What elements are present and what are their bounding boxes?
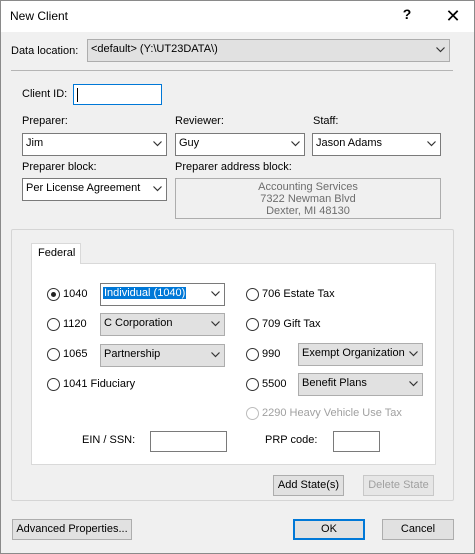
entity-5500-select[interactable]: Benefit Plans [298,373,423,396]
entity-990-select[interactable]: Exempt Organization [298,343,423,366]
tab-federal[interactable]: Federal [31,243,81,264]
radio-1041[interactable] [47,378,60,391]
ok-button[interactable]: OK [293,519,365,540]
preparer-block-value: Per License Agreement [26,182,141,194]
preparer-value: Jim [26,137,44,149]
entity-1040-select[interactable]: Individual (1040) [100,283,225,306]
preparer-select[interactable]: Jim [22,133,167,156]
preparer-address-label: Preparer address block: [175,161,292,173]
entity-1120-value: C Corporation [104,317,173,329]
radio-990-label: 990 [262,348,281,360]
divider [11,70,453,71]
entity-1040-value: Individual (1040) [103,287,187,299]
radio-1065[interactable] [47,348,60,361]
entity-5500-value: Benefit Plans [302,377,367,389]
chevron-down-icon [405,344,422,364]
radio-706-label: 706 Estate Tax [262,288,335,300]
prp-code-label: PRP code: [265,434,318,446]
data-location-select[interactable]: <default> (Y:\UT23DATA\) [87,39,450,62]
delete-state-button: Delete State [363,475,434,496]
radio-1120[interactable] [47,318,60,331]
chevron-down-icon [432,40,449,60]
preparer-label: Preparer: [22,115,68,127]
client-id-input[interactable] [73,84,162,105]
entity-1065-select[interactable]: Partnership [100,344,225,367]
chevron-down-icon [149,134,166,154]
preparer-block-label: Preparer block: [22,161,97,173]
add-states-button[interactable]: Add State(s) [273,475,344,496]
radio-709-label: 709 Gift Tax [262,318,321,330]
data-location-value: <default> (Y:\UT23DATA\) [91,43,218,55]
tab-federal-label: Federal [38,247,76,259]
ein-input[interactable] [150,431,227,452]
entity-990-value: Exempt Organization [302,347,405,359]
advanced-properties-button[interactable]: Advanced Properties... [12,519,132,540]
preparer-block-select[interactable]: Per License Agreement [22,178,167,201]
dialog-title: New Client [10,9,69,23]
address-line: 7322 Newman Blvd [260,193,356,205]
radio-706[interactable] [246,288,259,301]
radio-1040[interactable] [47,288,60,301]
chevron-down-icon [149,179,166,199]
radio-1065-label: 1065 [63,348,88,360]
chevron-down-icon [207,284,224,304]
ein-label: EIN / SSN: [82,434,136,446]
radio-5500[interactable] [246,378,259,391]
reviewer-label: Reviewer: [175,115,224,127]
radio-5500-label: 5500 [262,378,287,390]
radio-2290-label: 2290 Heavy Vehicle Use Tax [262,407,402,419]
entity-1065-value: Partnership [104,348,161,360]
title-bar: New Client ? ✕ [1,1,474,32]
radio-1040-label: 1040 [63,288,88,300]
preparer-address-block: Accounting Services 7322 Newman Blvd Dex… [175,178,441,219]
address-line: Accounting Services [258,181,358,193]
staff-select[interactable]: Jason Adams [312,133,441,156]
text-caret [77,88,78,102]
new-client-dialog: New Client ? ✕ Data location: <default> … [0,0,475,554]
chevron-down-icon [207,314,224,334]
chevron-down-icon [287,134,304,154]
radio-2290 [246,407,259,420]
reviewer-value: Guy [179,137,200,149]
radio-1041-label: 1041 Fiduciary [63,378,136,390]
staff-label: Staff: [313,115,339,127]
chevron-down-icon [207,345,224,365]
cancel-button[interactable]: Cancel [382,519,454,540]
data-location-label: Data location: [11,45,79,57]
close-icon[interactable]: ✕ [441,4,465,28]
client-id-label: Client ID: [22,88,68,100]
prp-code-input[interactable] [333,431,380,452]
radio-709[interactable] [246,318,259,331]
help-button[interactable]: ? [400,6,414,26]
chevron-down-icon [423,134,440,154]
radio-990[interactable] [246,348,259,361]
chevron-down-icon [405,374,422,394]
entity-1120-select[interactable]: C Corporation [100,313,225,336]
staff-value: Jason Adams [316,137,383,149]
reviewer-select[interactable]: Guy [175,133,305,156]
radio-1120-label: 1120 [63,318,87,330]
address-line: Dexter, MI 48130 [266,205,350,217]
